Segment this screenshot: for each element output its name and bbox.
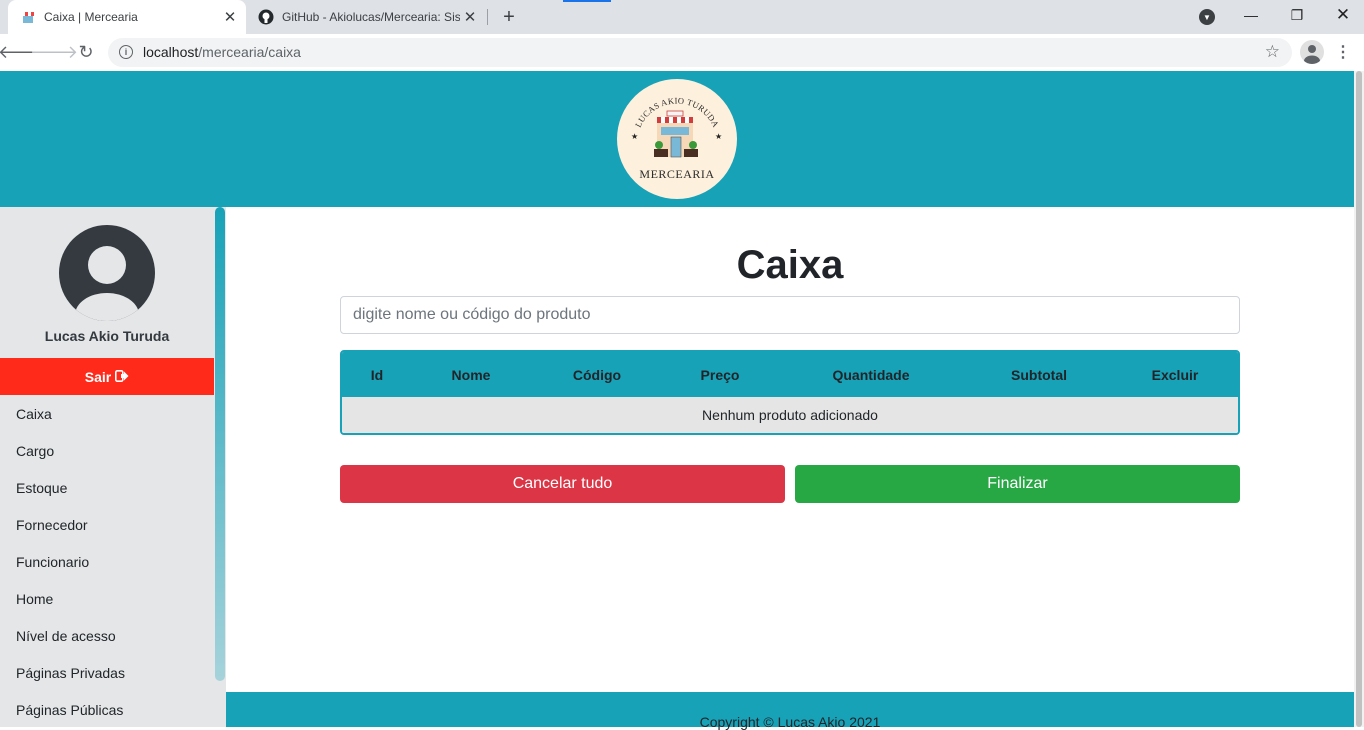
url-text: localhost/mercearia/caixa bbox=[143, 44, 301, 60]
empty-table-row: Nenhum produto adicionado bbox=[342, 397, 1238, 433]
finish-button[interactable]: Finalizar bbox=[795, 465, 1240, 503]
menu-kebab-icon[interactable]: ⋮ bbox=[1333, 42, 1353, 62]
tab-title: GitHub - Akiolucas/Mercearia: Sis bbox=[282, 10, 460, 24]
sidebar-item-paginas-privadas[interactable]: Páginas Privadas bbox=[0, 654, 214, 691]
logout-button[interactable]: Sair bbox=[0, 358, 214, 395]
sign-out-icon bbox=[115, 369, 129, 385]
sidebar-item-estoque[interactable]: Estoque bbox=[0, 469, 214, 506]
minimize-button[interactable]: — bbox=[1228, 0, 1274, 30]
logo-word: MERCEARIA bbox=[639, 167, 715, 181]
browser-toolbar: 🡐 🡒 ↻ i localhost/mercearia/caixa ☆ bbox=[0, 34, 1364, 71]
tab-indicator bbox=[563, 0, 611, 2]
mercearia-logo[interactable]: LUCAS AKIO TURUDA ★ ★ MERCEARIA bbox=[617, 79, 737, 199]
sidebar-scrollbar[interactable] bbox=[214, 207, 226, 727]
page-title: Caixa bbox=[736, 243, 844, 287]
svg-text:★: ★ bbox=[715, 132, 722, 141]
close-tab-icon[interactable]: ✕ bbox=[220, 7, 240, 27]
page-footer: Copyright © Lucas Akio 2021 bbox=[226, 692, 1354, 730]
column-header-codigo: Código bbox=[572, 366, 622, 383]
profile-avatar-icon[interactable] bbox=[1300, 40, 1324, 64]
sidebar-item-home[interactable]: Home bbox=[0, 580, 214, 617]
close-tab-icon[interactable]: ✕ bbox=[460, 7, 480, 27]
tab-title: Caixa | Mercearia bbox=[44, 10, 138, 24]
tab-caixa[interactable]: Caixa | Mercearia ✕ bbox=[8, 0, 246, 34]
url-host: localhost bbox=[143, 44, 199, 60]
column-header-subtotal: Subtotal bbox=[1011, 366, 1067, 383]
table-header-row: Id Nome Código Preço Quantidade Subtotal… bbox=[342, 352, 1238, 397]
column-header-id: Id bbox=[370, 366, 384, 383]
restore-button[interactable]: ❐ bbox=[1274, 0, 1320, 30]
sidebar-scrollbar-thumb[interactable] bbox=[215, 207, 225, 681]
close-window-button[interactable]: ✕ bbox=[1320, 0, 1364, 30]
sidebar-item-nivel-acesso[interactable]: Nível de acesso bbox=[0, 617, 214, 654]
user-avatar-icon bbox=[59, 225, 155, 321]
address-bar[interactable]: i localhost/mercearia/caixa ☆ bbox=[108, 38, 1292, 67]
new-tab-button[interactable]: + bbox=[497, 5, 521, 29]
copyright-text: Copyright © Lucas Akio 2021 bbox=[699, 714, 881, 730]
column-header-excluir: Excluir bbox=[1151, 366, 1199, 383]
cancel-all-button[interactable]: Cancelar tudo bbox=[340, 465, 785, 503]
github-icon bbox=[258, 9, 274, 25]
browser-tabstrip: Caixa | Mercearia ✕ GitHub - Akiolucas/M… bbox=[0, 0, 1364, 34]
sidebar-item-paginas-publicas[interactable]: Páginas Públicas bbox=[0, 691, 214, 728]
main-content: Caixa Id Nome Código Preço Quantidade Su… bbox=[226, 207, 1354, 692]
page-scrollbar-thumb[interactable] bbox=[1356, 71, 1362, 727]
store-favicon-icon bbox=[20, 9, 36, 25]
bookmark-star-icon[interactable]: ☆ bbox=[1265, 42, 1280, 62]
sidebar-item-funcionario[interactable]: Funcionario bbox=[0, 543, 214, 580]
cart-table: Id Nome Código Preço Quantidade Subtotal… bbox=[340, 350, 1240, 435]
sidebar-item-caixa[interactable]: Caixa bbox=[0, 395, 214, 432]
sidebar-item-cargo[interactable]: Cargo bbox=[0, 432, 214, 469]
reload-icon[interactable]: ↻ bbox=[72, 38, 100, 66]
page-scrollbar[interactable] bbox=[1354, 71, 1364, 727]
tab-search-icon[interactable]: ▼ bbox=[1199, 9, 1215, 25]
forward-arrow-icon[interactable]: 🡒 bbox=[30, 38, 78, 66]
product-search-input[interactable] bbox=[340, 296, 1240, 334]
column-header-nome: Nome bbox=[451, 366, 491, 383]
svg-text:★: ★ bbox=[631, 132, 638, 141]
user-name: Lucas Akio Turuda bbox=[44, 328, 170, 344]
sidebar: Lucas Akio Turuda Sair Caixa Cargo Estoq… bbox=[0, 207, 214, 727]
column-header-quantidade: Quantidade bbox=[832, 366, 910, 383]
sidebar-item-fornecedor[interactable]: Fornecedor bbox=[0, 506, 214, 543]
url-path: /mercearia/caixa bbox=[198, 44, 301, 60]
page-header: LUCAS AKIO TURUDA ★ ★ MERCEARIA bbox=[0, 71, 1354, 207]
column-header-preco: Preço bbox=[700, 366, 740, 383]
logout-label: Sair bbox=[84, 368, 112, 385]
tab-github[interactable]: GitHub - Akiolucas/Mercearia: Sis ✕ bbox=[248, 0, 486, 34]
tab-divider bbox=[487, 9, 488, 25]
info-icon[interactable]: i bbox=[119, 45, 133, 59]
sidebar-menu: Caixa Cargo Estoque Fornecedor Funcionar… bbox=[0, 395, 214, 728]
